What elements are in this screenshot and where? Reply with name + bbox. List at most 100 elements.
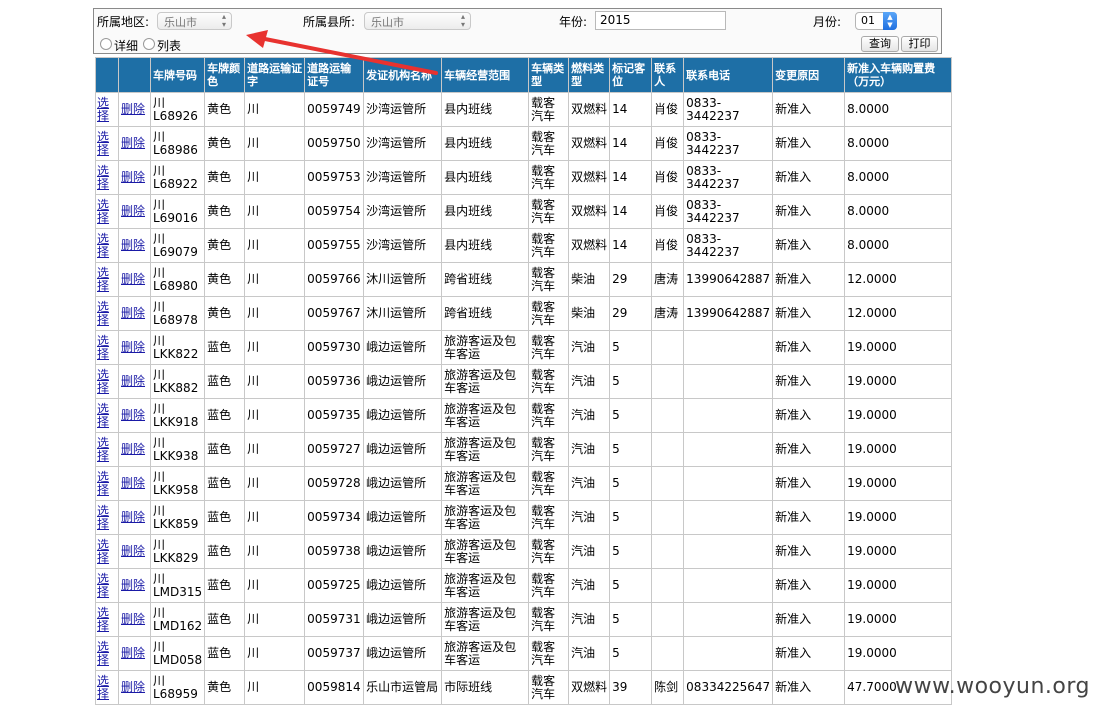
delete-link[interactable]: 删除 (121, 204, 145, 218)
table-row: 选择 删除 川L68986 黄色川 0059750 沙湾运管所 县内班线 载客汽车 双燃料 14 肖… (95, 126, 953, 161)
table-cell: 新准入 (772, 126, 846, 161)
table-cell: 删除 (118, 194, 151, 229)
select-link[interactable]: 选择 (97, 504, 109, 531)
table-cell: 19.0000 (844, 636, 953, 671)
select-link[interactable]: 选择 (97, 300, 109, 327)
delete-link[interactable]: 删除 (121, 646, 145, 660)
select-link[interactable]: 选择 (97, 368, 109, 395)
list-radio[interactable] (143, 38, 155, 50)
list-radio-label: 列表 (157, 39, 182, 53)
table-cell: 删除 (118, 534, 151, 569)
table-cell: 载客汽车 (528, 466, 570, 501)
table-cell: 0059753 (304, 160, 365, 195)
delete-link[interactable]: 删除 (121, 102, 145, 116)
select-link[interactable]: 选择 (97, 640, 109, 667)
table-row: 选择 删除 川L68959 黄色川 0059814 乐山市运管局 市际班线 载客汽车 双燃料 39… (95, 670, 953, 705)
table-cell: 选择 (95, 534, 119, 569)
select-link[interactable]: 选择 (97, 130, 109, 157)
select-link[interactable]: 选择 (97, 606, 109, 633)
table-cell: 川 (244, 194, 306, 229)
select-link[interactable]: 选择 (97, 402, 109, 429)
table-cell: 19.0000 (844, 500, 953, 535)
table-cell: 29 (609, 296, 653, 331)
delete-link[interactable]: 删除 (121, 510, 145, 524)
region-label: 所属地区: (97, 15, 150, 29)
delete-link[interactable]: 删除 (121, 544, 145, 558)
delete-link[interactable]: 删除 (121, 408, 145, 422)
table-cell: 新准入 (772, 92, 846, 127)
delete-link[interactable]: 删除 (121, 374, 145, 388)
table-row: 选择 删除 川L68926 黄色川 0059749 沙湾运管所 县内班线 载客汽车 双燃料 14 肖… (95, 92, 953, 127)
table-cell: 新准入 (772, 466, 846, 501)
table-cell: 县内班线 (441, 194, 530, 229)
table-cell: 0059727 (304, 432, 365, 467)
table-cell: 删除 (118, 602, 151, 637)
column-header: 标记客位 (609, 57, 653, 93)
month-label: 月份: (813, 15, 842, 29)
table-cell: 川LKK882 (149, 364, 206, 399)
table-row: 选择 删除 川LKK882 蓝色川 0059736 峨边运管所 旅游客运及包车客运 载客汽车汽… (95, 364, 953, 399)
delete-link[interactable]: 删除 (121, 272, 145, 286)
table-cell: 蓝色 (204, 466, 246, 501)
select-link[interactable]: 选择 (97, 470, 109, 497)
table-cell: 载客汽车 (528, 194, 570, 229)
table-cell: 19.0000 (844, 330, 953, 365)
table-cell: 删除 (118, 432, 151, 467)
delete-link[interactable]: 删除 (121, 680, 145, 694)
table-cell: 选择 (95, 466, 119, 501)
delete-link[interactable]: 删除 (121, 476, 145, 490)
table-cell: 19.0000 (844, 398, 953, 433)
table-cell: 县内班线 (441, 92, 530, 127)
select-link[interactable]: 选择 (97, 266, 109, 293)
table-cell: 川L68980 (149, 262, 206, 297)
delete-link[interactable]: 删除 (121, 238, 145, 252)
select-link[interactable]: 选择 (97, 674, 109, 701)
select-link[interactable]: 选择 (97, 198, 109, 225)
table-cell: 8.0000 (844, 228, 953, 263)
delete-link[interactable]: 删除 (121, 306, 145, 320)
table-cell (651, 602, 685, 637)
delete-link[interactable]: 删除 (121, 578, 145, 592)
table-cell: 川 (244, 636, 306, 671)
select-link[interactable]: 选择 (97, 164, 109, 191)
table-cell: 删除 (118, 670, 151, 705)
table-cell: 川 (244, 466, 306, 501)
delete-link[interactable]: 删除 (121, 170, 145, 184)
table-cell: 川LKK918 (149, 398, 206, 433)
delete-link[interactable]: 删除 (121, 612, 145, 626)
query-button[interactable]: 查询 (861, 36, 899, 52)
table-cell (683, 330, 774, 365)
table-cell: 川 (244, 330, 306, 365)
select-link[interactable]: 选择 (97, 538, 109, 565)
table-cell: 删除 (118, 262, 151, 297)
table-cell: 川 (244, 364, 306, 399)
table-cell: 川 (244, 534, 306, 569)
print-button[interactable]: 打印 (901, 36, 938, 52)
column-header: 联系人 (651, 57, 685, 93)
year-input[interactable]: 2015 (595, 11, 726, 30)
delete-link[interactable]: 删除 (121, 136, 145, 150)
select-link[interactable]: 选择 (97, 96, 109, 123)
table-cell: 0059738 (304, 534, 365, 569)
table-row: 选择 删除 川LMD162 蓝色川 0059731 峨边运管所 旅游客运及包车客运 载客汽车汽… (95, 602, 953, 637)
delete-link[interactable]: 删除 (121, 442, 145, 456)
select-link[interactable]: 选择 (97, 572, 109, 599)
select-link[interactable]: 选择 (97, 436, 109, 463)
detail-radio[interactable] (100, 38, 112, 50)
table-cell: 蓝色 (204, 602, 246, 637)
table-cell (683, 466, 774, 501)
table-cell: 沙湾运管所 (363, 160, 443, 195)
month-select[interactable]: 01 ▲ ▼ (855, 12, 897, 30)
table-cell: 删除 (118, 636, 151, 671)
table-cell: 汽油 (568, 432, 611, 467)
table-cell: 双燃料 (568, 92, 611, 127)
table-cell: 峨边运管所 (363, 466, 443, 501)
region-select[interactable]: 乐山市 ▴ ▾ (157, 12, 232, 30)
select-link[interactable]: 选择 (97, 232, 109, 259)
table-cell: 川L68926 (149, 92, 206, 127)
table-cell: 峨边运管所 (363, 568, 443, 603)
table-cell: 峨边运管所 (363, 534, 443, 569)
delete-link[interactable]: 删除 (121, 340, 145, 354)
table-cell: 肖俊 (651, 92, 685, 127)
select-link[interactable]: 选择 (97, 334, 109, 361)
